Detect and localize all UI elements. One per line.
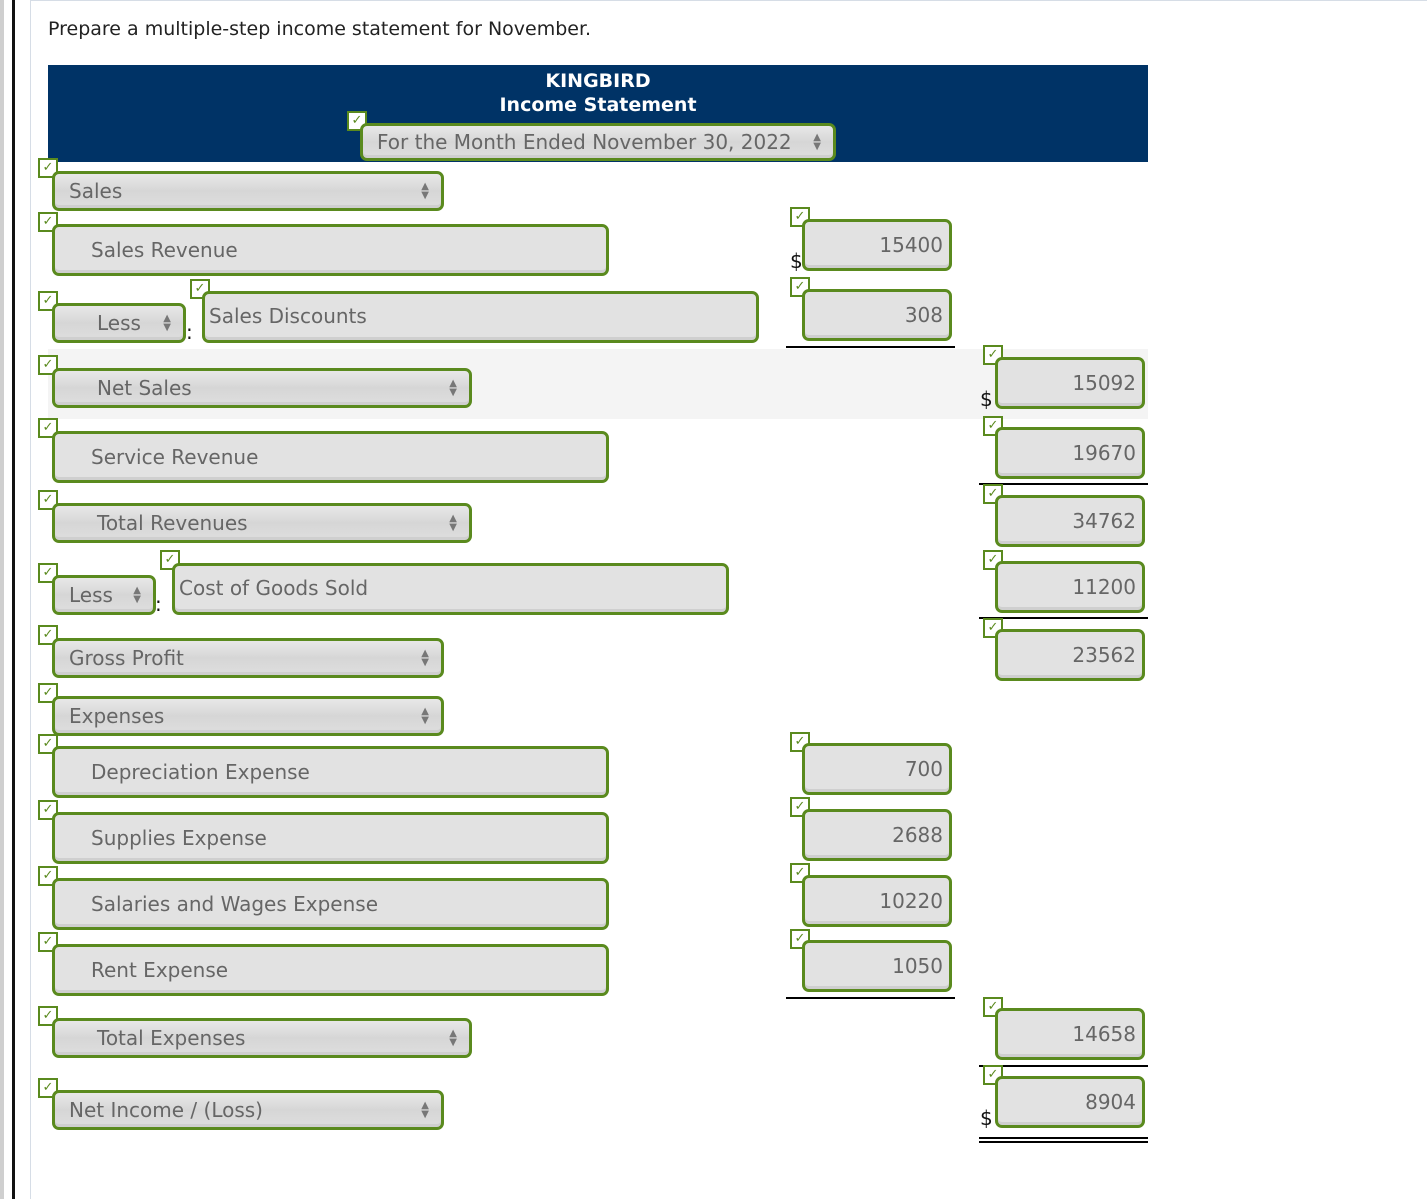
colon: : (155, 592, 162, 616)
select-value: Net Sales (97, 376, 192, 400)
content-border (30, 0, 31, 1199)
select-arrows-icon: ▲ ▼ (421, 181, 429, 201)
salaries-field[interactable]: Salaries and Wages Expense (52, 878, 609, 930)
depreciation-field[interactable]: Depreciation Expense (52, 746, 609, 798)
amount-value: 19670 (1072, 441, 1136, 465)
window-frame-edge (12, 0, 15, 1199)
dollar-sign: $ (980, 1106, 993, 1130)
total-revenues-amount[interactable]: 34762 (995, 495, 1145, 547)
field-value: Service Revenue (91, 445, 259, 469)
select-arrows-icon: ▲ ▼ (421, 648, 429, 668)
window-frame (0, 0, 4, 1199)
subtotal-rule (786, 346, 955, 348)
select-arrows-icon: ▲ ▼ (421, 1100, 429, 1120)
expenses-heading-select[interactable]: Expenses ▲ ▼ (52, 696, 444, 736)
supplies-amount[interactable]: 2688 (802, 809, 952, 861)
select-value: Gross Profit (69, 646, 184, 670)
supplies-field[interactable]: Supplies Expense (52, 812, 609, 864)
period-select[interactable]: For the Month Ended November 30, 2022 ▲ ▼ (360, 123, 836, 161)
net-income-select[interactable]: Net Income / (Loss) ▲ ▼ (52, 1090, 444, 1130)
total-revenues-select[interactable]: Total Revenues ▲ ▼ (52, 503, 472, 543)
subtotal-rule (979, 617, 1148, 619)
net-sales-amount[interactable]: 15092 (995, 357, 1145, 409)
amount-value: 23562 (1072, 643, 1136, 667)
amount-value: 15092 (1072, 371, 1136, 395)
question-prompt: Prepare a multiple-step income statement… (48, 18, 592, 40)
select-arrows-icon: ▲ ▼ (813, 132, 821, 152)
service-revenue-field[interactable]: Service Revenue (52, 431, 609, 483)
amount-value: 8904 (1085, 1090, 1136, 1114)
field-value: Supplies Expense (91, 826, 267, 850)
sales-revenue-amount[interactable]: 15400 (802, 219, 952, 271)
field-value: Sales Discounts (209, 304, 367, 328)
amount-value: 308 (904, 303, 943, 327)
select-value: Expenses (69, 704, 165, 728)
field-value: Rent Expense (91, 958, 229, 982)
period-value: For the Month Ended November 30, 2022 (377, 130, 792, 154)
sales-discounts-field[interactable]: Sales Discounts (202, 291, 759, 343)
total-expenses-amount[interactable]: 14658 (995, 1008, 1145, 1060)
cogs-field[interactable]: Cost of Goods Sold (172, 563, 729, 615)
amount-value: 700 (904, 757, 943, 781)
field-value: Sales Revenue (91, 238, 238, 262)
amount-value: 10220 (879, 889, 943, 913)
statement-title: Income Statement (499, 94, 697, 116)
rent-field[interactable]: Rent Expense (52, 944, 609, 996)
select-arrows-icon: ▲ ▼ (449, 1028, 457, 1048)
select-arrows-icon: ▲ ▼ (133, 585, 141, 605)
field-value: Salaries and Wages Expense (91, 892, 379, 916)
total-expenses-select[interactable]: Total Expenses ▲ ▼ (52, 1018, 472, 1058)
sales-discounts-amount[interactable]: 308 (802, 289, 952, 341)
field-value: Depreciation Expense (91, 760, 310, 784)
subtotal-rule (979, 483, 1148, 485)
dollar-sign: $ (790, 249, 803, 273)
amount-value: 14658 (1072, 1022, 1136, 1046)
company-name: KINGBIRD (545, 70, 651, 92)
dollar-sign: $ (980, 387, 993, 411)
amount-value: 11200 (1072, 575, 1136, 599)
colon: : (186, 320, 193, 344)
subtotal-rule (979, 1065, 1148, 1067)
select-value: Less (69, 583, 113, 607)
select-value: Total Revenues (97, 511, 248, 535)
subtotal-rule (786, 997, 955, 999)
amount-value: 1050 (892, 954, 943, 978)
rent-amount[interactable]: 1050 (802, 940, 952, 992)
sales-heading-select[interactable]: Sales ▲ ▼ (52, 171, 444, 211)
operator-select[interactable]: Less ▲ ▼ (52, 303, 186, 343)
select-arrows-icon: ▲ ▼ (421, 706, 429, 726)
service-revenue-amount[interactable]: 19670 (995, 427, 1145, 479)
select-value: Net Income / (Loss) (69, 1098, 263, 1122)
content-border-top (30, 0, 1427, 1)
select-arrows-icon: ▲ ▼ (449, 513, 457, 533)
select-value: Total Expenses (97, 1026, 246, 1050)
salaries-amount[interactable]: 10220 (802, 875, 952, 927)
depreciation-amount[interactable]: 700 (802, 743, 952, 795)
field-value: Cost of Goods Sold (179, 576, 369, 600)
net-sales-select[interactable]: Net Sales ▲ ▼ (52, 368, 472, 408)
operator-select[interactable]: Less ▲ ▼ (52, 575, 156, 615)
amount-value: 34762 (1072, 509, 1136, 533)
amount-value: 2688 (892, 823, 943, 847)
select-value: Less (97, 311, 141, 335)
select-value: Sales (69, 179, 123, 203)
cogs-amount[interactable]: 11200 (995, 561, 1145, 613)
select-arrows-icon: ▲ ▼ (449, 378, 457, 398)
gross-profit-select[interactable]: Gross Profit ▲ ▼ (52, 638, 444, 678)
net-income-amount[interactable]: 8904 (995, 1076, 1145, 1128)
gross-profit-amount[interactable]: 23562 (995, 629, 1145, 681)
amount-value: 15400 (879, 233, 943, 257)
double-total-rule (979, 1137, 1148, 1143)
sales-revenue-field[interactable]: Sales Revenue (52, 224, 609, 276)
select-arrows-icon: ▲ ▼ (163, 313, 171, 333)
